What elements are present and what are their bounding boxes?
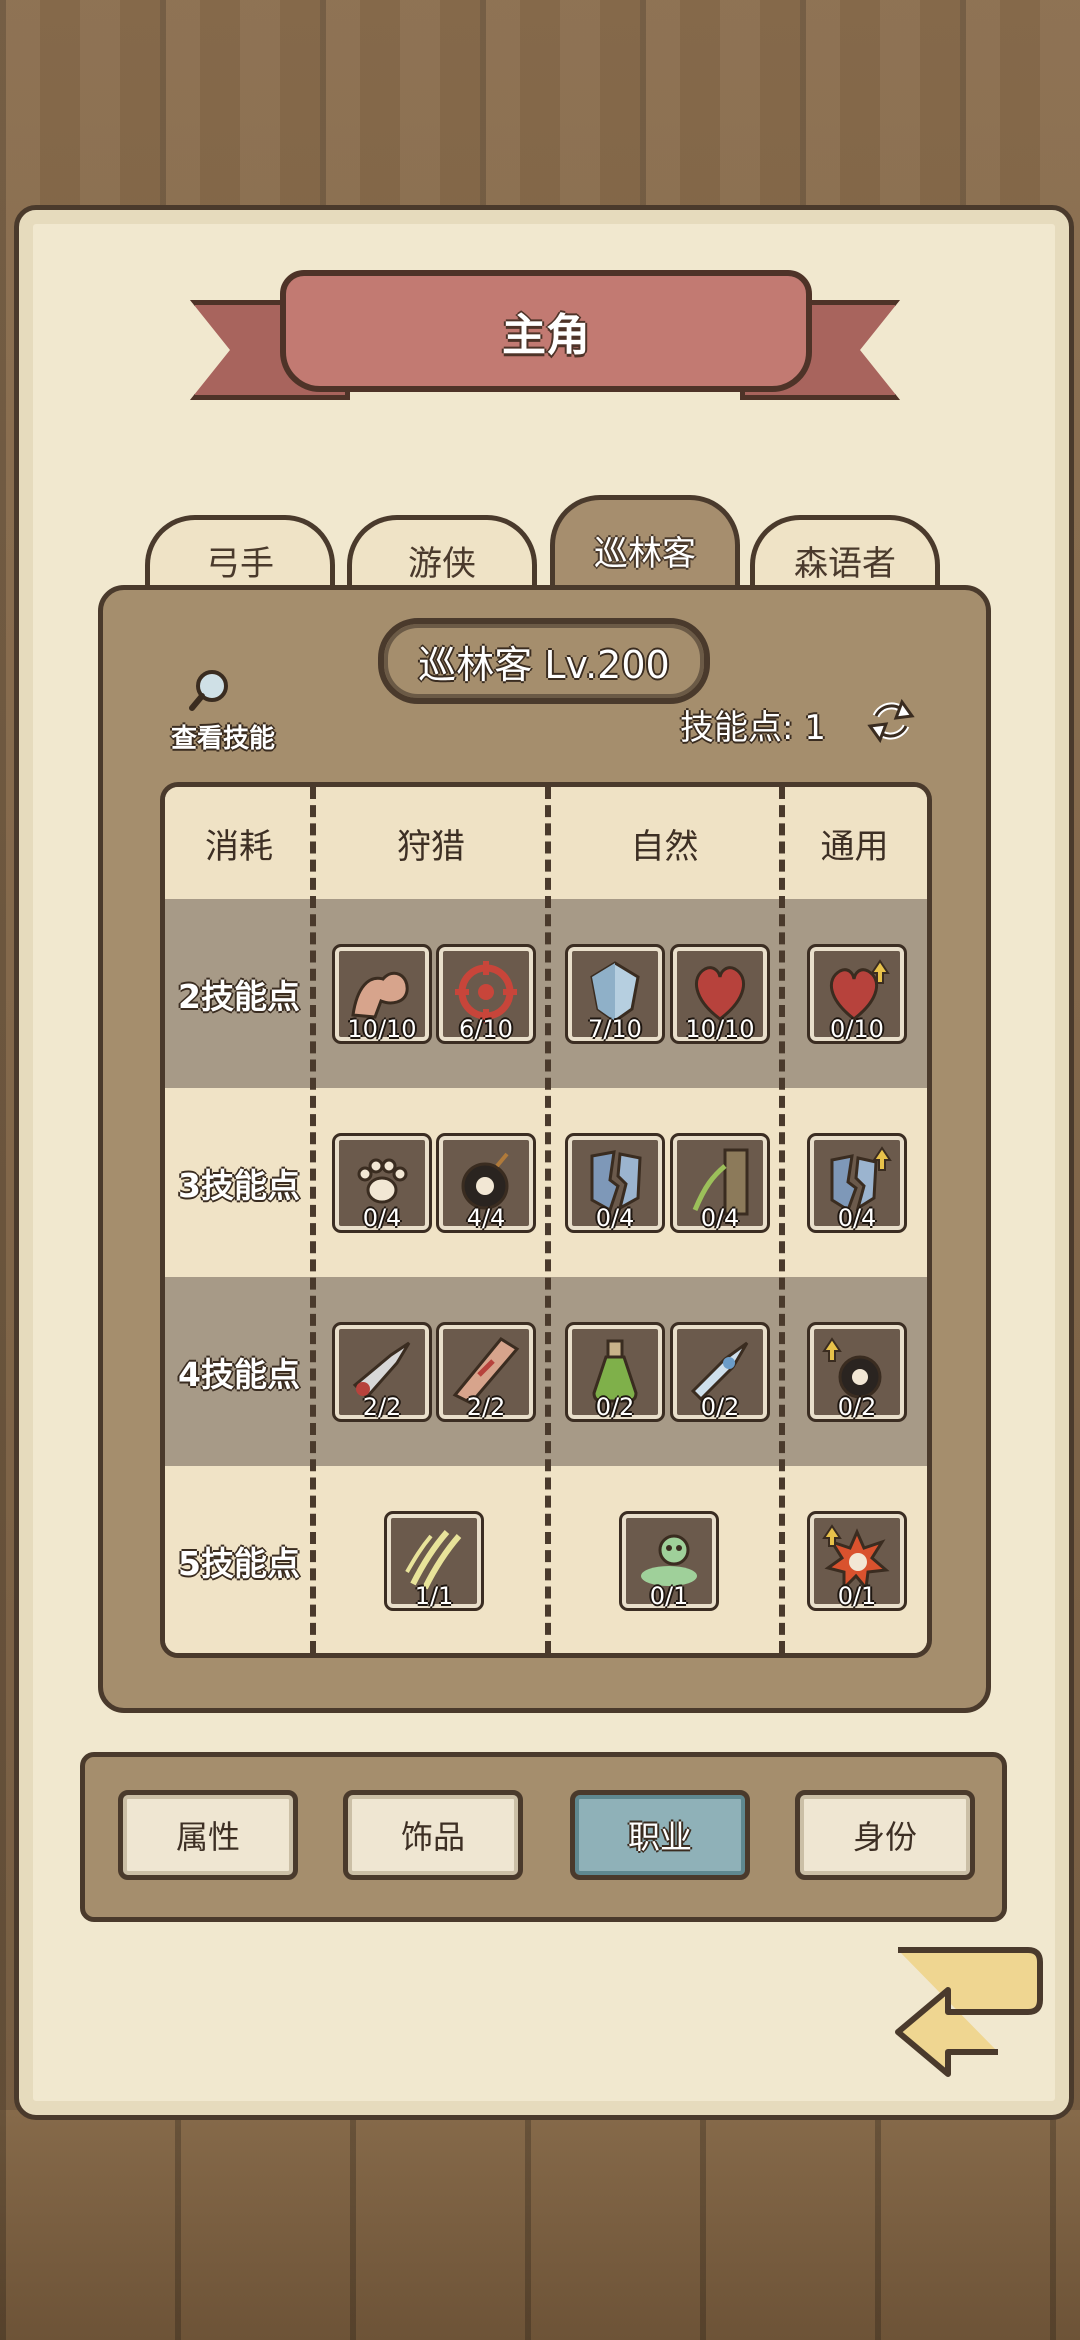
- wood-floor: [0, 2110, 1080, 2340]
- skill-level: 1/1: [414, 1582, 454, 1610]
- skill-level: 0/4: [700, 1204, 740, 1232]
- nav-class-button[interactable]: 职业: [570, 1790, 750, 1880]
- class-level-text: 巡林客 Lv.200: [418, 642, 670, 687]
- page-title: 主角: [502, 310, 590, 361]
- skill-level: 6/10: [459, 1015, 513, 1043]
- skill-level: 0/4: [362, 1204, 402, 1232]
- skill-slot[interactable]: 0/1: [619, 1511, 719, 1611]
- nav-accessories-button[interactable]: 饰品: [343, 1790, 523, 1880]
- view-skills-label: 查看技能: [170, 724, 275, 754]
- header-cost: 消耗: [205, 826, 273, 867]
- title-ribbon: 主角: [280, 270, 812, 392]
- skill-level: 0/4: [837, 1204, 877, 1232]
- row-cost-label: 3技能点: [178, 1165, 300, 1205]
- skill-slot[interactable]: 0/2: [670, 1322, 770, 1422]
- skill-level: 0/10: [830, 1015, 884, 1043]
- skill-slot[interactable]: 10/10: [332, 944, 432, 1044]
- skill-level: 10/10: [685, 1015, 755, 1043]
- skill-slot[interactable]: 0/4: [565, 1133, 665, 1233]
- tab-label: 弓手: [206, 543, 274, 584]
- class-level-badge: 巡林客 Lv.200: [378, 618, 710, 704]
- skill-slot[interactable]: 10/10: [670, 944, 770, 1044]
- skill-grid: 消耗 狩猎 自然 通用 2技能点 3技能点 4技能点 5技能点 10/10 6/…: [160, 782, 932, 1658]
- skill-level: 2/2: [362, 1393, 402, 1421]
- skill-level: 10/10: [347, 1015, 417, 1043]
- skill-slot[interactable]: 0/2: [807, 1322, 907, 1422]
- back-arrow-icon[interactable]: [878, 1940, 1048, 2090]
- tab-label: 森语者: [794, 543, 896, 584]
- tab-label: 游侠: [408, 543, 476, 584]
- tab-label: 巡林客: [594, 533, 696, 574]
- skill-level: 0/1: [649, 1582, 689, 1610]
- nav-label: 职业: [627, 1818, 692, 1856]
- skill-level: 0/2: [837, 1393, 877, 1421]
- column-divider: [310, 787, 316, 1653]
- header-general: 通用: [820, 826, 889, 867]
- skill-slot[interactable]: 1/1: [384, 1511, 484, 1611]
- skill-slot[interactable]: 2/2: [332, 1322, 432, 1422]
- skill-points: 技能点: 1: [680, 708, 826, 748]
- row-cost-label: 4技能点: [178, 1354, 300, 1394]
- nav-identity-button[interactable]: 身份: [795, 1790, 975, 1880]
- skill-slot[interactable]: 0/4: [807, 1133, 907, 1233]
- skill-slot[interactable]: 0/4: [332, 1133, 432, 1233]
- skill-level: 0/4: [595, 1204, 635, 1232]
- skill-slot[interactable]: 0/10: [807, 944, 907, 1044]
- skill-level: 0/2: [700, 1393, 740, 1421]
- nav-attributes-button[interactable]: 属性: [118, 1790, 298, 1880]
- skill-slot[interactable]: 6/10: [436, 944, 536, 1044]
- skill-slot[interactable]: 4/4: [436, 1133, 536, 1233]
- nav-label: 属性: [175, 1818, 240, 1856]
- skill-level: 2/2: [466, 1393, 506, 1421]
- skill-level: 4/4: [466, 1204, 506, 1232]
- skill-level: 0/2: [595, 1393, 635, 1421]
- header-nature: 自然: [630, 826, 699, 867]
- reset-skills-icon[interactable]: [866, 696, 916, 746]
- skill-slot[interactable]: 0/1: [807, 1511, 907, 1611]
- header-hunting: 狩猎: [397, 826, 465, 867]
- row-cost-label: 2技能点: [178, 976, 300, 1016]
- view-skills-button[interactable]: 查看技能: [158, 668, 288, 758]
- magnifier-icon: [189, 670, 228, 711]
- row-cost-label: 5技能点: [178, 1543, 300, 1583]
- skill-slot[interactable]: 2/2: [436, 1322, 536, 1422]
- skill-slot[interactable]: 7/10: [565, 944, 665, 1044]
- column-divider: [545, 787, 551, 1653]
- skill-level: 0/1: [837, 1582, 877, 1610]
- skill-level: 7/10: [588, 1015, 642, 1043]
- column-divider: [779, 787, 785, 1653]
- nav-label: 身份: [852, 1818, 917, 1856]
- skill-slot[interactable]: 0/4: [670, 1133, 770, 1233]
- nav-label: 饰品: [400, 1818, 465, 1856]
- skill-slot[interactable]: 0/2: [565, 1322, 665, 1422]
